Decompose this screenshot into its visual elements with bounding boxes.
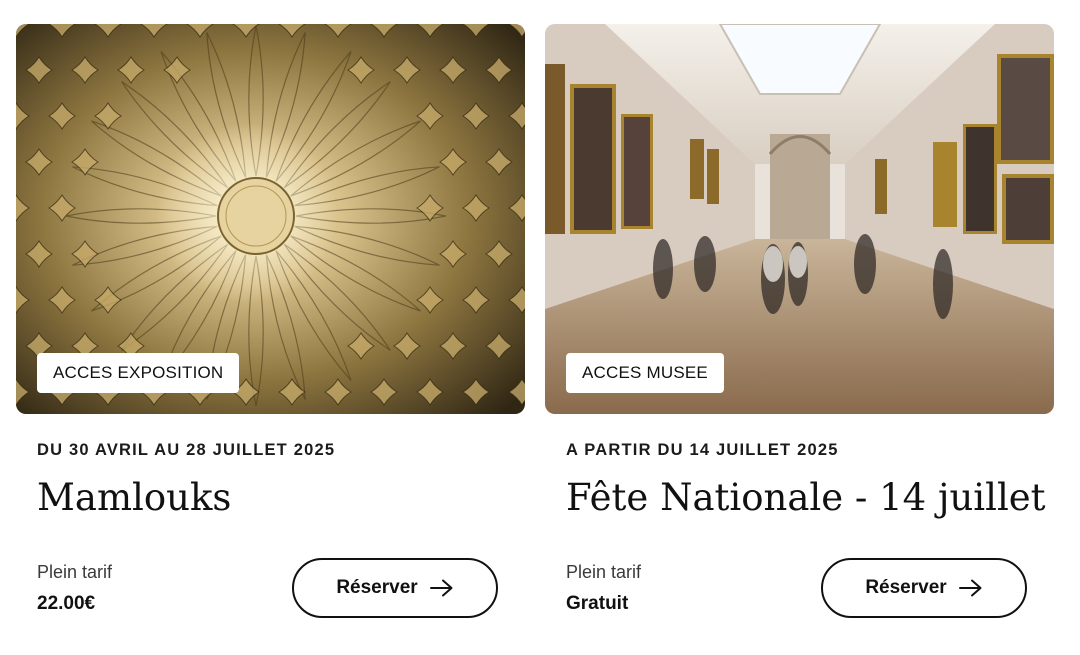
event-cards: ACCES EXPOSITION DU 30 AVRIL AU 28 JUILL…: [0, 0, 1080, 655]
event-image-mamlouks[interactable]: ACCES EXPOSITION: [16, 24, 525, 414]
reserve-button-label: Réserver: [336, 577, 418, 598]
reserve-button[interactable]: Réserver: [821, 558, 1027, 618]
arrow-right-icon: [958, 579, 982, 597]
price-label: Plein tarif: [566, 562, 642, 582]
arrow-right-icon: [429, 579, 453, 597]
event-card-mamlouks[interactable]: ACCES EXPOSITION DU 30 AVRIL AU 28 JUILL…: [16, 24, 525, 644]
price-value: Gratuit: [566, 593, 629, 614]
access-tag: ACCES EXPOSITION: [37, 353, 240, 393]
reserve-button[interactable]: Réserver: [292, 558, 498, 618]
event-date: A PARTIR DU 14 JUILLET 2025: [566, 441, 839, 459]
event-title[interactable]: Mamlouks: [37, 476, 231, 519]
event-title[interactable]: Fête Nationale - 14 juillet: [566, 476, 1046, 519]
price-value: 22.00€: [37, 593, 96, 614]
event-date: DU 30 AVRIL AU 28 JUILLET 2025: [37, 441, 336, 459]
access-tag: ACCES MUSEE: [566, 353, 724, 393]
event-image-fete-nationale[interactable]: ACCES MUSEE: [545, 24, 1054, 414]
event-card-fete-nationale[interactable]: ACCES MUSEE A PARTIR DU 14 JUILLET 2025 …: [545, 24, 1054, 644]
price-label: Plein tarif: [37, 562, 113, 582]
reserve-button-label: Réserver: [865, 577, 947, 598]
